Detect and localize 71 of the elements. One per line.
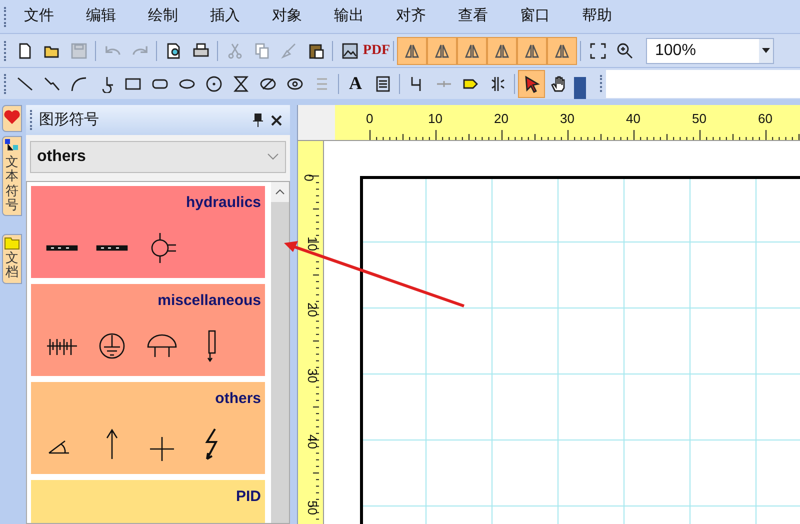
side-tab[interactable]: 文本符号 bbox=[2, 136, 22, 216]
pin-icon[interactable] bbox=[253, 113, 263, 127]
image-icon bbox=[340, 42, 358, 60]
favorites-tab[interactable] bbox=[2, 105, 22, 132]
category-title: PID bbox=[236, 487, 262, 507]
ruler-label: 30 bbox=[304, 368, 321, 383]
arc-icon bbox=[70, 74, 88, 92]
text-box-icon bbox=[374, 74, 392, 92]
category-title: hydraulics bbox=[186, 193, 262, 213]
brush-icon bbox=[280, 42, 298, 60]
redo-icon bbox=[132, 44, 148, 56]
menu-item[interactable]: 插入 bbox=[201, 5, 249, 28]
zoom-icon bbox=[616, 42, 634, 60]
grip-handle[interactable] bbox=[600, 74, 602, 92]
menu-item[interactable]: 输出 bbox=[325, 5, 373, 28]
menu-item[interactable]: 文件 bbox=[15, 5, 63, 28]
close-icon[interactable] bbox=[271, 114, 282, 126]
grip-handle[interactable] bbox=[30, 110, 33, 130]
ruler-label: 10 bbox=[428, 110, 442, 128]
hand-icon bbox=[550, 74, 568, 92]
menu-item[interactable]: 帮助 bbox=[573, 5, 621, 28]
line-icon bbox=[16, 74, 34, 92]
printer-icon bbox=[192, 42, 210, 60]
save-icon bbox=[70, 42, 88, 60]
category-select[interactable]: others bbox=[30, 141, 286, 173]
menu-item[interactable]: 编辑 bbox=[77, 5, 125, 28]
pdf-button[interactable]: PDF bbox=[363, 36, 390, 64]
tool-button[interactable]: A bbox=[342, 70, 369, 98]
heart-icon bbox=[4, 110, 20, 124]
tool-button[interactable] bbox=[518, 70, 545, 98]
cut-icon bbox=[226, 42, 244, 60]
grip-handle[interactable] bbox=[4, 40, 7, 60]
ruler-label: 60 bbox=[758, 110, 772, 128]
ruler-label: 0 bbox=[366, 110, 374, 128]
pointer-icon bbox=[522, 74, 540, 92]
grip-handle[interactable] bbox=[4, 6, 7, 26]
menu-item[interactable]: 对齐 bbox=[387, 5, 435, 28]
ruler-label: 0 bbox=[300, 174, 318, 182]
copy-icon bbox=[252, 42, 270, 60]
panel-title: 图形符号 bbox=[39, 110, 100, 130]
ruler-label: 30 bbox=[560, 110, 574, 128]
print-preview-icon bbox=[164, 42, 182, 60]
folder-icon bbox=[4, 235, 20, 252]
category-title: miscellaneous bbox=[158, 291, 262, 311]
ruler-label: 20 bbox=[494, 110, 508, 128]
ruler-label: 20 bbox=[304, 302, 321, 317]
menu-item[interactable]: 窗口 bbox=[511, 5, 559, 28]
category-title: others bbox=[215, 389, 262, 409]
menu-item[interactable]: 绘制 bbox=[139, 5, 187, 28]
hourglass-icon bbox=[232, 74, 250, 92]
ruler-label: 10 bbox=[304, 236, 321, 251]
side-tab[interactable]: 文档 bbox=[2, 234, 22, 284]
circle-icon bbox=[204, 74, 222, 92]
paste-icon bbox=[306, 42, 324, 60]
zoom-select[interactable]: 100% bbox=[646, 38, 774, 64]
ruler-label: 50 bbox=[304, 500, 321, 515]
undo-icon bbox=[104, 44, 120, 56]
scroll-up-icon[interactable] bbox=[271, 182, 289, 202]
grip-handle[interactable] bbox=[4, 74, 7, 94]
ruler-label: 40 bbox=[626, 110, 640, 128]
ruler-label: 40 bbox=[304, 434, 321, 449]
chevron-down-icon bbox=[267, 153, 279, 161]
point-icon bbox=[436, 80, 452, 88]
fit-page-icon bbox=[588, 42, 606, 60]
scrollbar[interactable] bbox=[271, 182, 289, 523]
menu-item[interactable]: 对象 bbox=[263, 5, 311, 28]
menu-item[interactable]: 查看 bbox=[449, 5, 497, 28]
text-field[interactable] bbox=[606, 70, 800, 98]
ruler-label: 50 bbox=[692, 110, 706, 128]
dropdown-caret-icon bbox=[759, 38, 773, 62]
polyline-icon bbox=[42, 74, 60, 92]
